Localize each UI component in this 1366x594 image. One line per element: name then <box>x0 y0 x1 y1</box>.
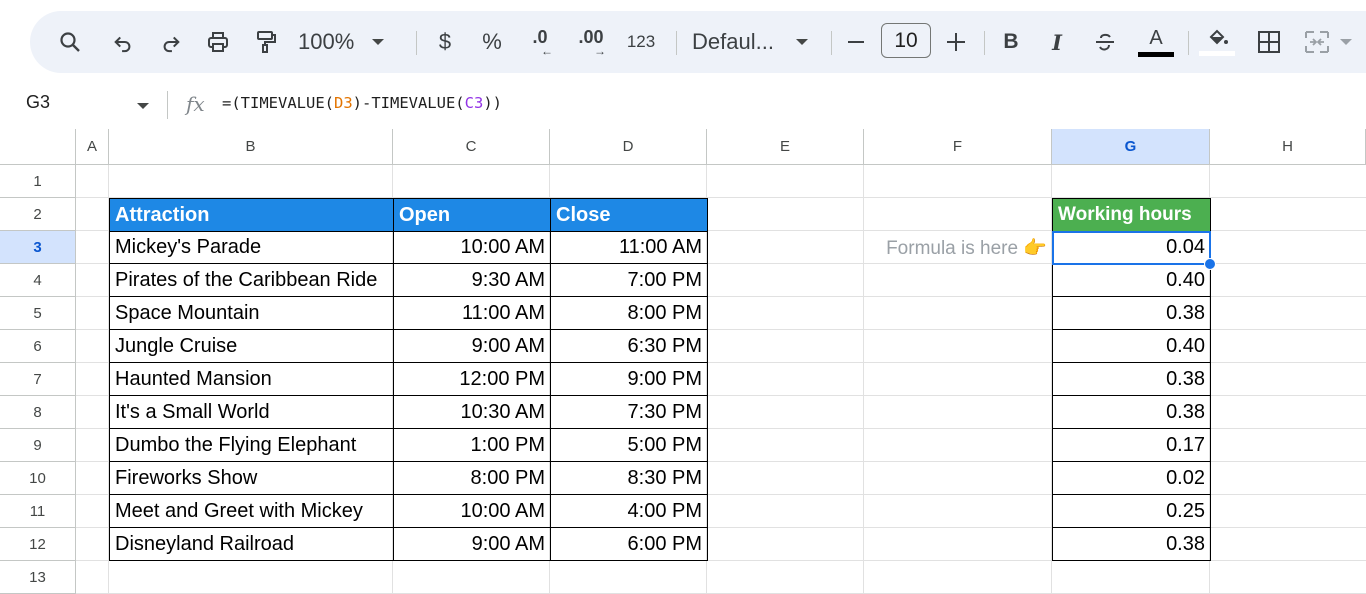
row-header-7[interactable]: 7 <box>0 363 76 396</box>
working-hours-cell[interactable]: 0.40 <box>1052 264 1211 297</box>
column-header-f[interactable]: F <box>864 129 1052 165</box>
row-header-12[interactable]: 12 <box>0 528 76 561</box>
table-cell[interactable]: 10:30 AM <box>393 396 551 429</box>
table-cell[interactable]: 11:00 AM <box>550 231 708 264</box>
table-cell[interactable]: 9:00 PM <box>550 363 708 396</box>
table-cell[interactable]: Dumbo the Flying Elephant <box>109 429 394 462</box>
selected-cell-outline <box>1052 231 1211 265</box>
row-header-5[interactable]: 5 <box>0 297 76 330</box>
table-cell[interactable]: Meet and Greet with Mickey <box>109 495 394 528</box>
column-header-b[interactable]: B <box>109 129 393 165</box>
table-cell[interactable]: Space Mountain <box>109 297 394 330</box>
table-cell[interactable]: 7:30 PM <box>550 396 708 429</box>
column-header-h[interactable]: H <box>1210 129 1366 165</box>
table-cell[interactable]: 8:00 PM <box>393 462 551 495</box>
table-cell[interactable]: Fireworks Show <box>109 462 394 495</box>
table-cell[interactable]: Disneyland Railroad <box>109 528 394 561</box>
table-cell[interactable]: 9:00 AM <box>393 330 551 363</box>
working-hours-cell[interactable]: 0.38 <box>1052 363 1211 396</box>
working-hours-cell[interactable]: 0.38 <box>1052 396 1211 429</box>
row-header-4[interactable]: 4 <box>0 264 76 297</box>
table-cell[interactable]: 4:00 PM <box>550 495 708 528</box>
table-cell[interactable]: 8:30 PM <box>550 462 708 495</box>
row-header-10[interactable]: 10 <box>0 462 76 495</box>
column-header-d[interactable]: D <box>550 129 707 165</box>
row-header-8[interactable]: 8 <box>0 396 76 429</box>
table-cell[interactable]: 6:30 PM <box>550 330 708 363</box>
spreadsheet-grid: A B C D E F G H 1 2 3 4 5 6 7 8 9 10 11 12 13 Attraction Open C… <box>0 0 1366 594</box>
working-hours-cell[interactable]: 0.17 <box>1052 429 1211 462</box>
working-hours-cell[interactable]: 0.40 <box>1052 330 1211 363</box>
table-cell[interactable]: 9:00 AM <box>393 528 551 561</box>
row-header-2[interactable]: 2 <box>0 198 76 231</box>
formula-note: Formula is here 👉 <box>886 237 1047 259</box>
table-cell[interactable]: Mickey's Parade <box>109 231 394 264</box>
row-header-13[interactable]: 13 <box>0 561 76 594</box>
table-cell[interactable]: Pirates of the Caribbean Ride <box>109 264 394 297</box>
row-header-3[interactable]: 3 <box>0 231 76 264</box>
table-cell[interactable]: 9:30 AM <box>393 264 551 297</box>
table-cell[interactable]: 7:00 PM <box>550 264 708 297</box>
table-header-cell[interactable]: Attraction <box>109 198 394 232</box>
select-all-corner[interactable] <box>0 129 76 165</box>
working-hours-cell[interactable]: 0.25 <box>1052 495 1211 528</box>
table-cell[interactable]: 6:00 PM <box>550 528 708 561</box>
row-header-1[interactable]: 1 <box>0 165 76 198</box>
table-cell[interactable]: 10:00 AM <box>393 231 551 264</box>
table-cell[interactable]: 11:00 AM <box>393 297 551 330</box>
table-cell[interactable]: Jungle Cruise <box>109 330 394 363</box>
table-cell[interactable]: 1:00 PM <box>393 429 551 462</box>
column-header-c[interactable]: C <box>393 129 550 165</box>
working-hours-header[interactable]: Working hours <box>1052 198 1211 232</box>
table-header-cell[interactable]: Close <box>550 198 708 232</box>
table-cell[interactable]: Haunted Mansion <box>109 363 394 396</box>
fill-handle[interactable] <box>1204 258 1216 270</box>
working-hours-cell[interactable]: 0.38 <box>1052 297 1211 330</box>
row-header-9[interactable]: 9 <box>0 429 76 462</box>
row-header-6[interactable]: 6 <box>0 330 76 363</box>
table-header-cell[interactable]: Open <box>393 198 551 232</box>
table-cell[interactable]: 10:00 AM <box>393 495 551 528</box>
column-header-e[interactable]: E <box>707 129 864 165</box>
table-cell[interactable]: 5:00 PM <box>550 429 708 462</box>
table-cell[interactable]: It's a Small World <box>109 396 394 429</box>
column-header-g[interactable]: G <box>1052 129 1210 165</box>
table-cell[interactable]: 12:00 PM <box>393 363 551 396</box>
column-header-a[interactable]: A <box>76 129 109 165</box>
row-header-11[interactable]: 11 <box>0 495 76 528</box>
working-hours-cell[interactable]: 0.38 <box>1052 528 1211 561</box>
table-cell[interactable]: 8:00 PM <box>550 297 708 330</box>
working-hours-cell[interactable]: 0.02 <box>1052 462 1211 495</box>
